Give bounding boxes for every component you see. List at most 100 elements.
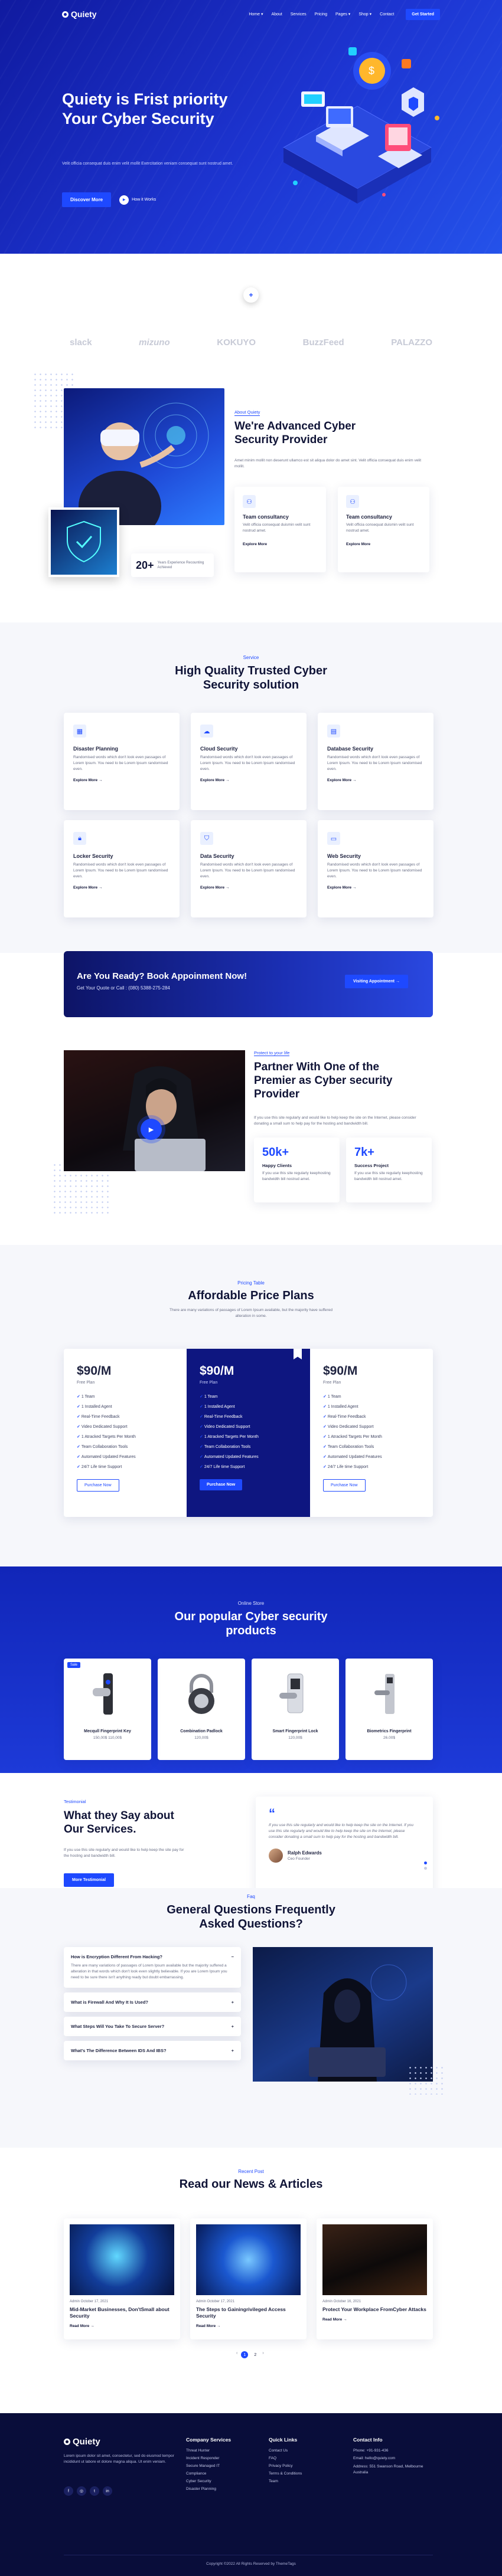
footer-logo-text: Quiety — [73, 2437, 100, 2447]
shield-icon — [67, 520, 101, 563]
nav-contact[interactable]: Contact — [380, 12, 394, 17]
cta-banner: Are You Ready? Book Appoinment Now! Get … — [64, 951, 433, 1017]
plus-icon: + — [231, 2024, 234, 2030]
product-card[interactable]: Smart Fingerprint Lock 120,00$ — [252, 1659, 339, 1760]
about-main-image — [64, 388, 224, 525]
read-more-link[interactable]: Read More → — [322, 2318, 427, 2322]
service-text: Randomised words which don't look even p… — [327, 755, 422, 772]
purchase-now-button[interactable]: Purchase Now — [323, 1479, 366, 1492]
faq-item[interactable]: What is Firewall And Why It Is Used? + — [64, 1992, 241, 2013]
nav-pages[interactable]: Pages ▾ — [335, 12, 350, 17]
product-card[interactable]: Sale Mecqull Fingerprint Key 150,00$ 110… — [64, 1659, 151, 1760]
service-title: Web Security — [327, 853, 361, 859]
plan-feature: Team Collaboration Tools — [200, 1444, 297, 1449]
footer-link[interactable]: Threat Hunter — [186, 2449, 257, 2453]
hero-description: Velit officia consequat duis enim velit … — [62, 162, 233, 166]
partner-title: Partner With One of the Premier as Cyber… — [254, 1061, 393, 1100]
plan-features: 1 Team 1 Installed Agent Real-Time Feedb… — [323, 1394, 420, 1469]
footer-link[interactable]: Incident Responder — [186, 2456, 257, 2460]
explore-more-label: Explore More — [73, 886, 98, 890]
instagram-icon[interactable]: ◎ — [77, 2486, 86, 2496]
footer-link[interactable]: Team — [269, 2479, 334, 2483]
prev-page-icon[interactable]: ‹ — [236, 2351, 237, 2358]
logo[interactable]: Quiety — [62, 9, 97, 19]
faq-item[interactable]: What's The Difference Between IDS And IB… — [64, 2041, 241, 2061]
footer-link[interactable]: Cyber Security — [186, 2479, 257, 2483]
explore-more-link[interactable]: Explore More → — [327, 778, 424, 782]
plan-feature: 1 Atracked Targets Per Month — [323, 1434, 420, 1439]
video-play-button[interactable]: ▶ — [141, 1119, 162, 1140]
slider-dot[interactable] — [424, 1867, 427, 1870]
explore-more-link[interactable]: Explore More → — [327, 886, 424, 890]
nav-home[interactable]: Home ▾ — [249, 12, 263, 17]
news-card[interactable]: Admin October 17, 2021 The Steps to Gain… — [190, 2218, 307, 2339]
news-meta: Admin October 17, 2021 — [196, 2300, 235, 2303]
faq-item-open[interactable]: How is Encryption Different From Hacking… — [64, 1947, 241, 1988]
hacker-image — [123, 1066, 206, 1171]
footer-link[interactable]: Disaster Planning — [186, 2487, 257, 2491]
page-1[interactable]: 1 — [241, 2351, 249, 2358]
hero-actions: Discover More ▶ How it Works — [62, 192, 156, 207]
brand-logo: BuzzFeed — [302, 337, 344, 348]
footer-link[interactable]: Terms & Conditions — [269, 2472, 334, 2476]
footer-link[interactable]: Contact Us — [269, 2449, 334, 2453]
plus-icon: + — [231, 2000, 234, 2005]
explore-more-link[interactable]: Explore More — [243, 542, 318, 546]
explore-more-link[interactable]: Explore More → — [200, 778, 297, 782]
next-page-icon[interactable]: › — [262, 2351, 263, 2358]
twitter-icon[interactable]: t — [90, 2486, 99, 2496]
how-it-works-button[interactable]: ▶ How it Works — [119, 195, 156, 205]
read-more-link[interactable]: Read More → — [70, 2324, 174, 2328]
service-title: Locker Security — [73, 853, 113, 859]
news-card[interactable]: Admin October 16, 2021 Protect Your Work… — [317, 2218, 433, 2339]
contact-phone[interactable]: Phone: +91-931-436 — [353, 2449, 436, 2453]
slider-dot-active[interactable] — [424, 1861, 427, 1864]
product-card[interactable]: Biometrics Fingerprint 26.00$ — [345, 1659, 433, 1760]
footer-link[interactable]: FAQ — [269, 2456, 334, 2460]
facebook-icon[interactable]: f — [64, 2486, 73, 2496]
explore-more-link[interactable]: Explore More → — [73, 886, 170, 890]
footer-link[interactable]: Privacy Policy — [269, 2464, 334, 2468]
news-image — [70, 2224, 174, 2295]
hooded-hacker-image — [309, 1964, 407, 2082]
about-card-title: Team consultancy — [243, 514, 289, 520]
product-name: Smart Fingerprint Lock — [272, 1729, 318, 1733]
logo-icon — [62, 11, 69, 18]
nav-about[interactable]: About — [271, 12, 282, 17]
nav-pricing[interactable]: Pricing — [315, 12, 327, 17]
scroll-down-button[interactable]: + — [243, 287, 259, 303]
testimonial-eyebrow: Testimonial — [64, 1799, 86, 1804]
get-started-button[interactable]: Get Started — [406, 8, 440, 20]
read-more-link[interactable]: Read More → — [196, 2324, 301, 2328]
purchase-now-button[interactable]: Purchase Now — [77, 1479, 119, 1492]
explore-more-link[interactable]: Explore More → — [200, 886, 297, 890]
explore-more-label: Explore More — [327, 778, 352, 783]
brand-logo: KOKUYO — [217, 337, 256, 348]
explore-more-link[interactable]: Explore More → — [73, 778, 170, 782]
linkedin-icon[interactable]: in — [103, 2486, 112, 2496]
page-2[interactable]: 2 — [252, 2351, 259, 2358]
contact-email[interactable]: Email: hello@quiety.com — [353, 2456, 436, 2460]
news-meta: Admin October 16, 2021 — [322, 2300, 361, 2303]
hero-illustration: $ — [282, 47, 439, 204]
news-card[interactable]: Admin October 17, 2021 Mid-Market Busine… — [64, 2218, 180, 2339]
visiting-appointment-button[interactable]: Visiting Appointment → — [345, 975, 408, 988]
discover-more-button[interactable]: Discover More — [62, 192, 112, 207]
play-icon: ▶ — [148, 1126, 154, 1133]
footer-logo[interactable]: Quiety — [64, 2437, 100, 2447]
faq-list: How is Encryption Different From Hacking… — [64, 1947, 241, 2061]
footer-link[interactable]: Secure Managed IT — [186, 2464, 257, 2468]
plan-feature: 24/7 Life time Support — [323, 1464, 420, 1469]
faq-image — [253, 1947, 433, 2082]
faq-item[interactable]: What Steps Will You Take To Secure Serve… — [64, 2017, 241, 2037]
product-card[interactable]: Combination Padlock 120,00$ — [158, 1659, 245, 1760]
footer-link[interactable]: Compliance — [186, 2472, 257, 2476]
purchase-now-button[interactable]: Purchase Now — [200, 1479, 243, 1490]
explore-more-link[interactable]: Explore More — [346, 542, 421, 546]
explore-more-label: Explore More — [200, 778, 225, 783]
nav-services[interactable]: Services — [291, 12, 307, 17]
more-testimonial-button[interactable]: More Testimonial — [64, 1873, 115, 1887]
plan-feature: 1 Installed Agent — [200, 1404, 297, 1409]
brand-logo: slack — [70, 337, 92, 348]
nav-shop[interactable]: Shop ▾ — [358, 12, 371, 17]
